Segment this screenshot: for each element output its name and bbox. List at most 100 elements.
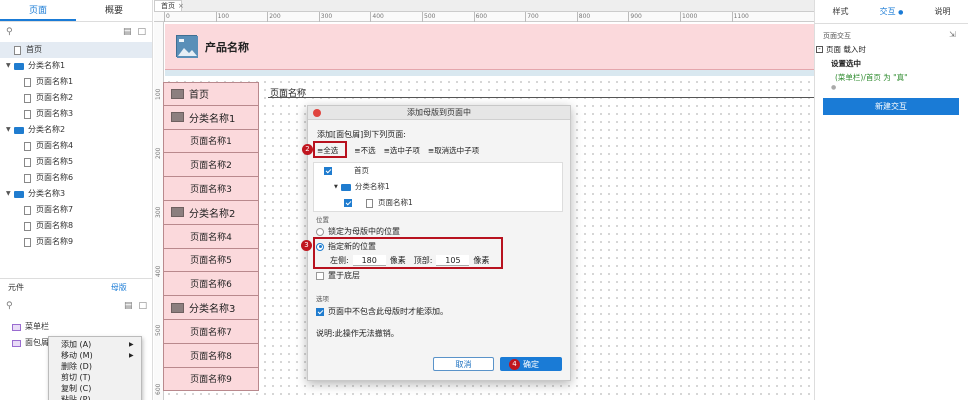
checkbox-bottom-layer[interactable] <box>316 271 324 280</box>
menu-row[interactable]: 页面名称4 <box>163 224 259 249</box>
context-menu-item[interactable]: 粘贴 (P) <box>49 394 141 400</box>
image-placeholder-icon <box>171 112 184 123</box>
page-checkbox[interactable] <box>324 167 332 175</box>
ruler-label: 700 <box>527 13 539 20</box>
ruler-label: 400 <box>155 265 162 277</box>
menu-row[interactable]: 页面名称1 <box>163 129 259 154</box>
page-item[interactable]: 页面名称5 <box>0 154 152 170</box>
ruler-label: 400 <box>372 13 384 20</box>
ruler-label: 0 <box>166 13 170 20</box>
tab-outline[interactable]: 概要 <box>76 0 152 21</box>
expand-icon[interactable]: ⇲ <box>949 30 956 39</box>
menu-row-label: 页面名称3 <box>190 185 232 196</box>
header-divider <box>165 70 814 76</box>
tab-notes[interactable]: 说明 <box>917 0 968 23</box>
page-item[interactable]: 页面名称9 <box>0 234 152 250</box>
tab-widgets[interactable]: 元件 <box>0 279 77 296</box>
page-item[interactable]: 首页 <box>0 42 152 58</box>
option-only-if-absent[interactable]: 页面中不包含此母版时才能添加。 <box>316 306 448 317</box>
expand-arrow-icon[interactable]: ▼ <box>334 179 338 195</box>
search-icon[interactable]: ⚲ <box>6 27 13 37</box>
master-item-menu[interactable]: 菜单栏 <box>12 319 49 335</box>
option-lock-position[interactable]: 锁定为母版中的位置 <box>316 226 400 237</box>
ruler-label: 500 <box>155 324 162 336</box>
step-badge-3: 3 <box>301 240 312 251</box>
menu-row[interactable]: 首页 <box>163 82 259 106</box>
header-banner[interactable] <box>165 24 814 70</box>
menu-row[interactable]: 分类名称1 <box>163 105 259 130</box>
checklist-row[interactable]: 页面名称1 <box>314 195 562 211</box>
tab-pages[interactable]: 页面 <box>0 0 76 21</box>
tab-masters[interactable]: 母版 <box>77 279 154 296</box>
tab-style[interactable]: 样式 <box>815 0 866 23</box>
checkbox-only-if-absent[interactable] <box>316 307 324 316</box>
logo-image-placeholder[interactable] <box>176 35 198 58</box>
folder-item[interactable]: ▼ 分类名称2 <box>0 122 152 138</box>
menu-row-label: 分类名称2 <box>189 208 236 220</box>
menu-row[interactable]: 页面名称7 <box>163 319 259 344</box>
expand-arrow-icon[interactable]: ▼ <box>6 58 14 74</box>
context-menu-item[interactable]: 剪切 (T) <box>49 372 141 383</box>
close-dialog-icon[interactable] <box>313 109 321 117</box>
menu-row-label: 首页 <box>189 90 209 102</box>
page-item[interactable]: 页面名称2 <box>0 90 152 106</box>
radio-lock-position[interactable] <box>316 227 324 236</box>
page-icon <box>24 237 31 247</box>
menu-row[interactable]: 分类名称3 <box>163 296 259 320</box>
page-checkbox[interactable] <box>344 199 352 207</box>
ruler-tick <box>680 12 681 22</box>
deselect-children-button[interactable]: ≡取消选中子项 <box>428 145 479 156</box>
master-item-breadcrumb[interactable]: 面包屑 <box>12 335 49 351</box>
page-icon <box>24 93 31 103</box>
page-item[interactable]: 页面名称3 <box>0 106 152 122</box>
add-folder-icon[interactable]: □ <box>137 27 146 37</box>
action-set-selected[interactable]: 设置选中 <box>831 58 861 69</box>
cancel-button[interactable]: 取消 <box>433 357 494 371</box>
page-item[interactable]: 页面名称8 <box>0 218 152 234</box>
option-bottom-layer[interactable]: 置于底层 <box>316 270 360 281</box>
close-tab-icon[interactable]: × <box>178 0 186 12</box>
product-name[interactable]: 产品名称 <box>205 39 249 55</box>
page-item[interactable]: 页面名称4 <box>0 138 152 154</box>
expand-arrow-icon[interactable]: ▼ <box>6 122 14 138</box>
menu-row[interactable]: 页面名称5 <box>163 248 259 273</box>
new-interaction-button[interactable]: 新建交互 <box>823 98 959 115</box>
add-action-dot-icon[interactable]: ● <box>831 84 836 91</box>
context-menu-item[interactable]: 复制 (C) <box>49 383 141 394</box>
context-menu-item[interactable]: 删除 (D) <box>49 361 141 372</box>
collapse-icon[interactable]: - <box>816 46 823 53</box>
folder-item[interactable]: ▼ 分类名称3 <box>0 186 152 202</box>
menu-row[interactable]: 页面名称2 <box>163 153 259 178</box>
search-icon[interactable]: ⚲ <box>6 301 13 311</box>
action-detail[interactable]: (菜单栏)/首页 为 "真" <box>835 72 908 83</box>
menu-row[interactable]: 页面名称8 <box>163 343 259 368</box>
menu-row[interactable]: 页面名称3 <box>163 177 259 201</box>
ruler-tick <box>215 12 217 22</box>
ruler-tick <box>267 12 269 22</box>
tab-interactions[interactable]: 交互 ● <box>866 0 917 23</box>
menu-row[interactable]: 页面名称6 <box>163 272 259 297</box>
expand-arrow-icon[interactable]: ▼ <box>6 186 14 202</box>
menu-item-label: 复制 (C) <box>61 384 92 393</box>
menu-row-label: 页面名称6 <box>190 280 232 291</box>
master-icon <box>12 323 21 331</box>
menu-row[interactable]: 分类名称2 <box>163 200 259 225</box>
context-menu-item[interactable]: 移动 (M) ▶ <box>49 350 141 361</box>
page-item[interactable]: 页面名称6 <box>0 170 152 186</box>
checklist-row[interactable]: ▼ 分类名称1 <box>314 179 562 195</box>
page-item[interactable]: 页面名称1 <box>0 74 152 90</box>
select-none-button[interactable]: ≡不选 <box>354 145 375 156</box>
add-page-icon[interactable]: ▤ <box>123 27 132 37</box>
checklist-row[interactable]: 首页 <box>314 163 562 179</box>
ruler-tick <box>370 12 372 22</box>
side-menu-master[interactable]: 首页分类名称1 页面名称1 页面名称2 页面名称3 分类名称2 页面名称4 页面名称5 页面名… <box>163 82 259 392</box>
context-menu-item[interactable]: 添加 (A) ▶ <box>49 339 141 350</box>
select-children-button[interactable]: ≡选中子项 <box>384 145 420 156</box>
image-placeholder-icon <box>171 302 184 313</box>
menu-row[interactable]: 页面名称9 <box>163 367 259 392</box>
add-folder-icon[interactable]: □ <box>138 301 147 311</box>
page-item[interactable]: 页面名称7 <box>0 202 152 218</box>
folder-item[interactable]: ▼ 分类名称1 <box>0 58 152 74</box>
event-page-load[interactable]: - 页面 载入时 <box>816 44 866 55</box>
add-master-icon[interactable]: ▤ <box>124 301 133 311</box>
